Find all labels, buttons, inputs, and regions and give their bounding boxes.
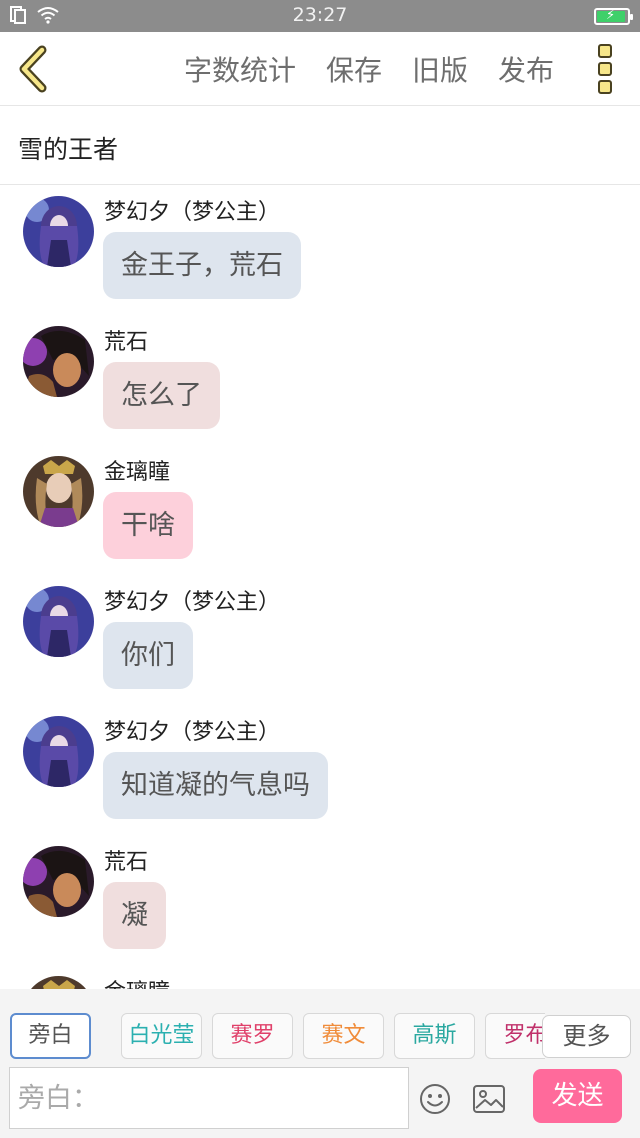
purple-hair-girl-avatar[interactable] bbox=[23, 586, 94, 657]
top-toolbar: 字数统计 保存 旧版 发布 bbox=[0, 32, 640, 106]
dark-hair-warrior-avatar[interactable] bbox=[23, 846, 94, 917]
more-dot-icon bbox=[598, 62, 612, 76]
chat-message[interactable]: 金璃瞳 干啥 bbox=[0, 446, 640, 576]
sender-name: 梦幻夕（梦公主） bbox=[104, 200, 281, 225]
sender-name: 梦幻夕（梦公主） bbox=[104, 590, 281, 615]
back-arrow-icon bbox=[19, 45, 47, 93]
back-button[interactable] bbox=[14, 44, 54, 94]
chat-list[interactable]: 梦幻夕（梦公主） 金王子，荒石 荒石 怎么了 金璃瞳 干啥 梦幻夕（梦公主） 你… bbox=[0, 186, 640, 989]
word-count-button[interactable]: 字数统计 bbox=[184, 49, 296, 89]
role-chip[interactable]: 赛罗 bbox=[212, 1013, 293, 1059]
more-menu-button[interactable] bbox=[598, 44, 614, 94]
chat-message[interactable]: 金璃瞳 bbox=[0, 966, 640, 989]
role-chip[interactable]: 赛文 bbox=[303, 1013, 384, 1059]
chat-message[interactable]: 荒石 凝 bbox=[0, 836, 640, 966]
sender-name: 荒石 bbox=[104, 330, 149, 355]
purple-hair-girl-avatar[interactable] bbox=[23, 196, 94, 267]
sender-name: 梦幻夕（梦公主） bbox=[104, 720, 281, 745]
chat-editor-screen: 23:27 ⚡ 字数统计 保存 旧版 发布 雪的王者 梦幻夕（梦公主） 金王子，… bbox=[0, 0, 640, 1138]
chat-message[interactable]: 梦幻夕（梦公主） 你们 bbox=[0, 576, 640, 706]
role-chip[interactable]: 白光莹 bbox=[121, 1013, 202, 1059]
more-dot-icon bbox=[598, 80, 612, 94]
message-bubble[interactable]: 凝 bbox=[103, 882, 166, 949]
sender-name: 荒石 bbox=[104, 850, 149, 875]
role-selector[interactable]: 旁白 白光莹 赛罗 赛文 高斯 罗布 bbox=[10, 1013, 545, 1059]
golden-crown-prince-avatar[interactable] bbox=[23, 976, 94, 989]
dark-hair-warrior-avatar[interactable] bbox=[23, 326, 94, 397]
message-bubble[interactable]: 知道凝的气息吗 bbox=[103, 752, 328, 819]
more-dot-icon bbox=[598, 44, 612, 58]
story-title-row[interactable]: 雪的王者 bbox=[0, 106, 640, 185]
role-chip[interactable]: 高斯 bbox=[394, 1013, 475, 1059]
status-time: 23:27 bbox=[292, 4, 348, 26]
sender-name: 金璃瞳 bbox=[104, 974, 170, 989]
chat-message[interactable]: 梦幻夕（梦公主） 金王子，荒石 bbox=[0, 186, 640, 316]
old-version-button[interactable]: 旧版 bbox=[412, 49, 468, 89]
message-bubble[interactable]: 金王子，荒石 bbox=[103, 232, 301, 299]
message-input[interactable] bbox=[10, 1068, 408, 1128]
purple-hair-girl-avatar[interactable] bbox=[23, 716, 94, 787]
chat-message[interactable]: 梦幻夕（梦公主） 知道凝的气息吗 bbox=[0, 706, 640, 836]
sender-name: 金璃瞳 bbox=[104, 460, 171, 485]
battery-icon: ⚡ bbox=[594, 8, 633, 25]
toolbar-actions: 字数统计 保存 旧版 发布 bbox=[184, 32, 554, 106]
role-chip[interactable]: 罗布 bbox=[485, 1013, 545, 1059]
save-button[interactable]: 保存 bbox=[326, 49, 382, 89]
image-icon[interactable] bbox=[472, 1084, 506, 1114]
message-input-box[interactable] bbox=[9, 1067, 409, 1129]
role-chip-narrator[interactable]: 旁白 bbox=[10, 1013, 91, 1059]
publish-button[interactable]: 发布 bbox=[498, 49, 554, 89]
story-title: 雪的王者 bbox=[18, 135, 119, 164]
message-bubble[interactable]: 怎么了 bbox=[103, 362, 220, 429]
more-roles-button[interactable]: 更多 bbox=[542, 1015, 631, 1058]
status-bar: 23:27 ⚡ bbox=[0, 0, 640, 32]
composer-panel: 旁白 白光莹 赛罗 赛文 高斯 罗布 更多 发送 bbox=[0, 989, 640, 1138]
emoji-icon[interactable] bbox=[419, 1083, 451, 1115]
send-button[interactable]: 发送 bbox=[533, 1069, 622, 1123]
golden-crown-prince-avatar[interactable] bbox=[23, 456, 94, 527]
chat-message[interactable]: 荒石 怎么了 bbox=[0, 316, 640, 446]
message-bubble[interactable]: 你们 bbox=[103, 622, 193, 689]
message-bubble[interactable]: 干啥 bbox=[103, 492, 193, 559]
